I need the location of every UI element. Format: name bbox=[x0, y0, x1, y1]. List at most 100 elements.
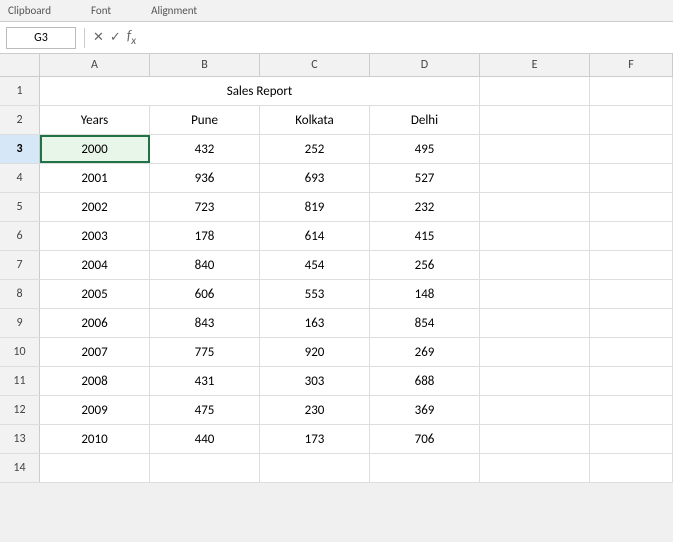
col-header-c[interactable]: C bbox=[260, 54, 370, 76]
cell-d3[interactable]: 495 bbox=[370, 135, 480, 163]
col-header-b[interactable]: B bbox=[150, 54, 260, 76]
cell-a9[interactable]: 2006 bbox=[40, 309, 150, 337]
row-num-10[interactable]: 10 bbox=[0, 338, 40, 366]
cell-f4[interactable] bbox=[590, 164, 673, 192]
cell-c8[interactable]: 553 bbox=[260, 280, 370, 308]
cell-b7[interactable]: 840 bbox=[150, 251, 260, 279]
cell-d14[interactable] bbox=[370, 454, 480, 482]
cell-c4[interactable]: 693 bbox=[260, 164, 370, 192]
cell-e8[interactable] bbox=[480, 280, 590, 308]
cell-b5[interactable]: 723 bbox=[150, 193, 260, 221]
cell-d11[interactable]: 688 bbox=[370, 367, 480, 395]
cell-e1[interactable] bbox=[480, 77, 590, 105]
cell-b2[interactable]: Pune bbox=[150, 106, 260, 134]
col-header-d[interactable]: D bbox=[370, 54, 480, 76]
cell-f1[interactable] bbox=[590, 77, 673, 105]
row-num-14[interactable]: 14 bbox=[0, 454, 40, 482]
cell-a3[interactable]: 2000 bbox=[40, 135, 150, 163]
cell-d2[interactable]: Delhi bbox=[370, 106, 480, 134]
cell-e13[interactable] bbox=[480, 425, 590, 453]
cell-c9[interactable]: 163 bbox=[260, 309, 370, 337]
cell-f12[interactable] bbox=[590, 396, 673, 424]
cell-d5[interactable]: 232 bbox=[370, 193, 480, 221]
cell-b6[interactable]: 178 bbox=[150, 222, 260, 250]
cell-a13[interactable]: 2010 bbox=[40, 425, 150, 453]
cell-e9[interactable] bbox=[480, 309, 590, 337]
cell-c14[interactable] bbox=[260, 454, 370, 482]
cell-c7[interactable]: 454 bbox=[260, 251, 370, 279]
cell-c10[interactable]: 920 bbox=[260, 338, 370, 366]
cell-c12[interactable]: 230 bbox=[260, 396, 370, 424]
confirm-icon[interactable]: ✓ bbox=[110, 30, 121, 45]
cell-a5[interactable]: 2002 bbox=[40, 193, 150, 221]
cell-a8[interactable]: 2005 bbox=[40, 280, 150, 308]
row-num-4[interactable]: 4 bbox=[0, 164, 40, 192]
cell-name-box[interactable]: G3 bbox=[6, 27, 76, 49]
cell-c11[interactable]: 303 bbox=[260, 367, 370, 395]
cell-c13[interactable]: 173 bbox=[260, 425, 370, 453]
cell-f2[interactable] bbox=[590, 106, 673, 134]
cell-e3[interactable] bbox=[480, 135, 590, 163]
col-header-a[interactable]: A bbox=[40, 54, 150, 76]
cell-f9[interactable] bbox=[590, 309, 673, 337]
cell-e4[interactable] bbox=[480, 164, 590, 192]
row-num-1[interactable]: 1 bbox=[0, 77, 40, 105]
cell-d10[interactable]: 269 bbox=[370, 338, 480, 366]
cancel-icon[interactable]: ✕ bbox=[93, 30, 104, 45]
cell-a10[interactable]: 2007 bbox=[40, 338, 150, 366]
cell-e5[interactable] bbox=[480, 193, 590, 221]
cell-c6[interactable]: 614 bbox=[260, 222, 370, 250]
cell-a2[interactable]: Years bbox=[40, 106, 150, 134]
row-num-2[interactable]: 2 bbox=[0, 106, 40, 134]
cell-e14[interactable] bbox=[480, 454, 590, 482]
row-num-13[interactable]: 13 bbox=[0, 425, 40, 453]
cell-f3[interactable] bbox=[590, 135, 673, 163]
row-num-8[interactable]: 8 bbox=[0, 280, 40, 308]
cell-f14[interactable] bbox=[590, 454, 673, 482]
cell-b11[interactable]: 431 bbox=[150, 367, 260, 395]
cell-e6[interactable] bbox=[480, 222, 590, 250]
row-num-3[interactable]: 3 bbox=[0, 135, 40, 163]
cell-f8[interactable] bbox=[590, 280, 673, 308]
cell-b12[interactable]: 475 bbox=[150, 396, 260, 424]
cell-a11[interactable]: 2008 bbox=[40, 367, 150, 395]
col-header-e[interactable]: E bbox=[480, 54, 590, 76]
formula-input[interactable] bbox=[140, 27, 667, 49]
row-num-5[interactable]: 5 bbox=[0, 193, 40, 221]
cell-d4[interactable]: 527 bbox=[370, 164, 480, 192]
title-cell[interactable]: Sales Report bbox=[40, 77, 480, 105]
col-header-f[interactable]: F bbox=[590, 54, 673, 76]
cell-d8[interactable]: 148 bbox=[370, 280, 480, 308]
cell-f6[interactable] bbox=[590, 222, 673, 250]
cell-a6[interactable]: 2003 bbox=[40, 222, 150, 250]
row-num-11[interactable]: 11 bbox=[0, 367, 40, 395]
cell-b4[interactable]: 936 bbox=[150, 164, 260, 192]
cell-c5[interactable]: 819 bbox=[260, 193, 370, 221]
fx-icon[interactable]: fx bbox=[127, 27, 136, 48]
cell-f7[interactable] bbox=[590, 251, 673, 279]
cell-b13[interactable]: 440 bbox=[150, 425, 260, 453]
row-num-7[interactable]: 7 bbox=[0, 251, 40, 279]
cell-e7[interactable] bbox=[480, 251, 590, 279]
cell-a4[interactable]: 2001 bbox=[40, 164, 150, 192]
cell-b9[interactable]: 843 bbox=[150, 309, 260, 337]
cell-c3[interactable]: 252 bbox=[260, 135, 370, 163]
cell-d9[interactable]: 854 bbox=[370, 309, 480, 337]
cell-b8[interactable]: 606 bbox=[150, 280, 260, 308]
cell-d13[interactable]: 706 bbox=[370, 425, 480, 453]
cell-d12[interactable]: 369 bbox=[370, 396, 480, 424]
cell-f11[interactable] bbox=[590, 367, 673, 395]
cell-b14[interactable] bbox=[150, 454, 260, 482]
cell-f13[interactable] bbox=[590, 425, 673, 453]
row-num-6[interactable]: 6 bbox=[0, 222, 40, 250]
cell-a7[interactable]: 2004 bbox=[40, 251, 150, 279]
cell-d6[interactable]: 415 bbox=[370, 222, 480, 250]
cell-c2[interactable]: Kolkata bbox=[260, 106, 370, 134]
cell-b10[interactable]: 775 bbox=[150, 338, 260, 366]
cell-e11[interactable] bbox=[480, 367, 590, 395]
cell-e10[interactable] bbox=[480, 338, 590, 366]
cell-e12[interactable] bbox=[480, 396, 590, 424]
cell-b3[interactable]: 432 bbox=[150, 135, 260, 163]
cell-e2[interactable] bbox=[480, 106, 590, 134]
cell-d7[interactable]: 256 bbox=[370, 251, 480, 279]
